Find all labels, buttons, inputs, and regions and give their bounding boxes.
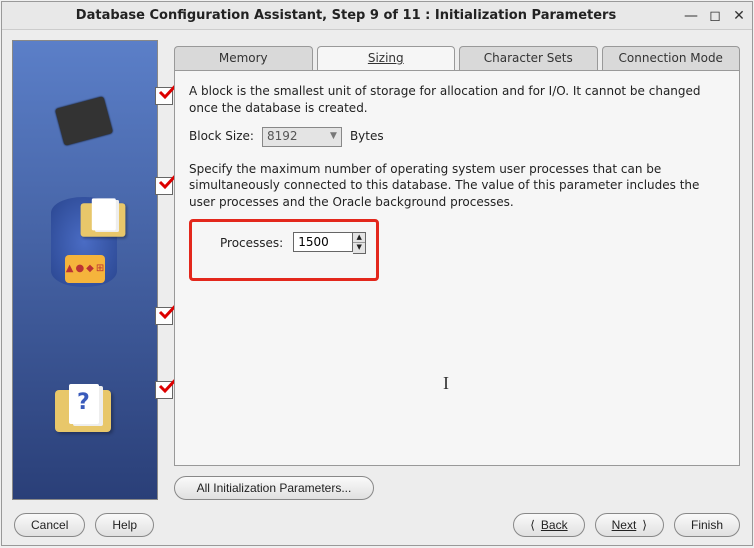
block-size-unit: Bytes xyxy=(350,128,384,145)
sidebar-check-3 xyxy=(155,307,173,325)
sidebar-check-4 xyxy=(155,381,173,399)
block-size-label: Block Size: xyxy=(189,128,254,145)
window-title: Database Configuration Assistant, Step 9… xyxy=(8,8,684,23)
spinner-up-icon[interactable]: ▲ xyxy=(353,233,365,243)
window-controls: — ◻ ✕ xyxy=(684,8,746,24)
processes-description: Specify the maximum number of operating … xyxy=(189,161,725,211)
titlebar: Database Configuration Assistant, Step 9… xyxy=(2,2,752,30)
spinner-down-icon[interactable]: ▼ xyxy=(353,243,365,253)
cancel-button[interactable]: Cancel xyxy=(14,513,85,537)
minimize-icon[interactable]: — xyxy=(684,8,698,24)
processes-label: Processes: xyxy=(220,235,283,252)
sidebar-check-1 xyxy=(155,87,173,105)
app-window: Database Configuration Assistant, Step 9… xyxy=(1,1,753,546)
text-cursor-icon: I xyxy=(443,371,449,396)
tab-connection-mode[interactable]: Connection Mode xyxy=(602,46,741,70)
wizard-sidebar: ▲●◆⊞ ? xyxy=(12,40,158,500)
chevron-left-icon: ⟨ xyxy=(530,518,535,532)
block-size-description: A block is the smallest unit of storage … xyxy=(189,83,725,117)
block-size-value: 8192 xyxy=(267,128,298,145)
processes-input[interactable] xyxy=(293,232,353,252)
content-area: ▲●◆⊞ ? Memory Sizing Character Sets Conn… xyxy=(2,30,752,545)
sidebar-step-help: ? xyxy=(45,374,125,444)
tab-sizing[interactable]: Sizing xyxy=(317,46,456,70)
block-size-combo[interactable]: 8192 ▼ xyxy=(262,127,342,147)
help-button[interactable]: Help xyxy=(95,513,154,537)
close-icon[interactable]: ✕ xyxy=(732,8,746,24)
tab-memory[interactable]: Memory xyxy=(174,46,313,70)
tab-character-sets[interactable]: Character Sets xyxy=(459,46,598,70)
tabs-row: Memory Sizing Character Sets Connection … xyxy=(166,46,740,70)
next-button[interactable]: Next⟩ xyxy=(595,513,664,537)
processes-highlight: Processes: ▲ ▼ xyxy=(189,219,379,281)
processes-spinner: ▲ ▼ xyxy=(293,232,366,254)
back-button[interactable]: ⟨Back xyxy=(513,513,584,537)
finish-button[interactable]: Finish xyxy=(674,513,740,537)
tab-body-sizing: A block is the smallest unit of storage … xyxy=(174,70,740,466)
right-panel: Memory Sizing Character Sets Connection … xyxy=(166,40,740,500)
footer-buttons: Cancel Help ⟨Back Next⟩ Finish xyxy=(14,513,740,537)
chevron-right-icon: ⟩ xyxy=(642,518,647,532)
all-init-params-button[interactable]: All Initialization Parameters... xyxy=(174,476,374,500)
sidebar-step-database: ▲●◆⊞ xyxy=(45,205,125,325)
chevron-down-icon: ▼ xyxy=(330,130,337,143)
sidebar-step-chip xyxy=(45,86,125,156)
maximize-icon[interactable]: ◻ xyxy=(708,8,722,24)
sidebar-check-2 xyxy=(155,177,173,195)
